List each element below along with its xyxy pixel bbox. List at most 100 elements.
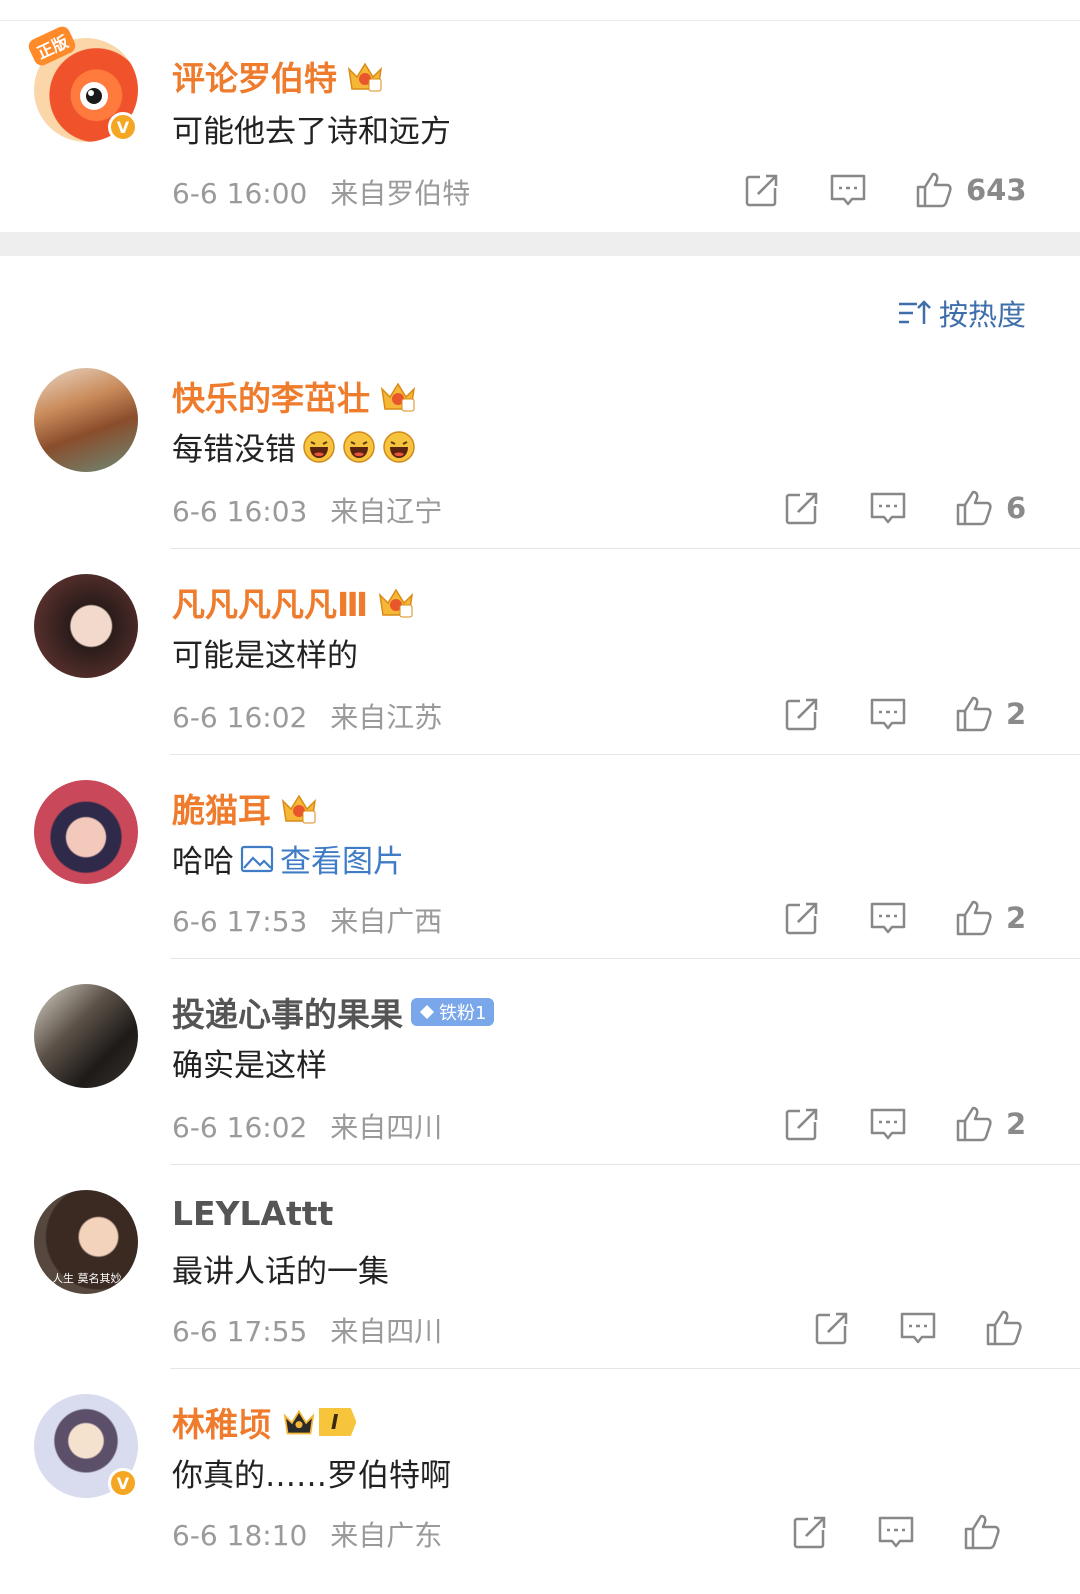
comment-icon[interactable] (876, 1512, 916, 1552)
divider (170, 1164, 1080, 1165)
comment-meta: 6-6 16:00 来自罗伯特 (172, 172, 470, 212)
like-count: 6 (1006, 491, 1027, 525)
like-count: 643 (966, 173, 1027, 207)
comment-source: 来自四川 (330, 1111, 443, 1144)
comment-text-body: 每错没错 (172, 432, 296, 468)
share-icon[interactable] (782, 898, 822, 938)
view-image-link[interactable]: 查看图片 (240, 836, 404, 881)
comment-actions: 2 (782, 694, 1026, 734)
comment-text: 最讲人话的一集 (172, 1254, 389, 1290)
avatar[interactable] (34, 780, 138, 884)
share-icon[interactable] (812, 1308, 852, 1348)
sort-toggle[interactable]: 按热度 (897, 292, 1026, 334)
divider (170, 958, 1080, 959)
commenter-name-text: 评论罗伯特 (172, 59, 337, 98)
commenter-name[interactable]: 林稚顷 I (172, 1398, 357, 1446)
avatar[interactable] (34, 984, 138, 1088)
comment-date: 6-6 17:53 (172, 905, 308, 938)
commenter-name[interactable]: 快乐的李茁壮 (172, 372, 418, 420)
comment-actions (812, 1308, 1024, 1348)
commenter-name-text: 脆猫耳 (172, 791, 271, 830)
comment-source: 来自江苏 (330, 701, 443, 734)
like-icon[interactable] (954, 694, 994, 734)
commenter-name-text: 凡凡凡凡凡Ⅲ (172, 585, 369, 624)
fan-badge: 铁粉1 (411, 998, 495, 1026)
comment-text: 哈哈 查看图片 (172, 836, 404, 881)
like-icon[interactable] (984, 1308, 1024, 1348)
comment-icon[interactable] (898, 1308, 938, 1348)
crown-icon (283, 1409, 315, 1435)
comment-source: 来自四川 (330, 1315, 443, 1348)
avatar[interactable]: V (34, 1394, 138, 1498)
share-icon[interactable] (790, 1512, 830, 1552)
like-icon[interactable] (962, 1512, 1002, 1552)
share-icon[interactable] (782, 488, 822, 528)
comment-date: 6-6 17:55 (172, 1315, 308, 1348)
comment-meta: 6-6 17:55 来自四川 (172, 1310, 442, 1350)
sort-icon (898, 300, 931, 324)
like-count: 2 (1006, 1107, 1027, 1141)
comment-text: 可能是这样的 (172, 638, 358, 674)
laugh-emoji-icon (342, 430, 376, 464)
avatar-caption: 人生 莫名其妙 (52, 1272, 122, 1285)
commenter-name-text: 投递心事的果果 (172, 995, 403, 1034)
comment-text: 你真的……罗伯特啊 (172, 1458, 451, 1494)
comment-date: 6-6 18:10 (172, 1519, 308, 1552)
avatar[interactable]: 人生 莫名其妙 (34, 1190, 138, 1294)
commenter-name[interactable]: 投递心事的果果 铁粉1 (172, 988, 495, 1036)
comment-icon[interactable] (868, 898, 908, 938)
commenter-name[interactable]: 脆猫耳 (172, 784, 319, 832)
share-icon[interactable] (742, 170, 782, 210)
commenter-name-text: 快乐的李茁壮 (172, 379, 370, 418)
share-icon[interactable] (782, 694, 822, 734)
comment-actions: 6 (782, 488, 1026, 528)
comment-icon[interactable] (828, 170, 868, 210)
avatar[interactable] (34, 574, 138, 678)
divider (170, 1368, 1080, 1369)
top-divider (0, 20, 1080, 21)
verified-icon: V (108, 112, 138, 142)
crown-icon (378, 379, 418, 413)
comment-text: 确实是这样 (172, 1048, 327, 1084)
like-icon[interactable] (954, 488, 994, 528)
comment-source: 来自罗伯特 (330, 177, 471, 210)
comment-actions (790, 1512, 1002, 1552)
comment-source: 来自广东 (330, 1519, 443, 1552)
commenter-name[interactable]: 凡凡凡凡凡Ⅲ (172, 578, 416, 626)
comment-icon[interactable] (868, 488, 908, 528)
like-icon[interactable] (954, 898, 994, 938)
comment-meta: 6-6 16:02 来自四川 (172, 1106, 442, 1146)
share-icon[interactable] (782, 1104, 822, 1144)
like-count: 2 (1006, 901, 1027, 935)
comment-meta: 6-6 16:03 来自辽宁 (172, 490, 442, 530)
divider (170, 548, 1080, 549)
comment-icon[interactable] (868, 1104, 908, 1144)
comment-text-body: 哈哈 (172, 844, 234, 880)
verified-icon: V (108, 1468, 138, 1498)
section-separator (0, 232, 1080, 256)
fan-badge-label: 铁粉1 (439, 1003, 487, 1024)
like-count: 2 (1006, 697, 1027, 731)
comment-date: 6-6 16:02 (172, 1111, 308, 1144)
like-icon[interactable] (954, 1104, 994, 1144)
avatar[interactable]: 正版 V (26, 24, 138, 142)
comment-date: 6-6 16:00 (172, 177, 308, 210)
commenter-name-text: 林稚顷 (172, 1405, 271, 1444)
comment-meta: 6-6 16:02 来自江苏 (172, 696, 442, 736)
comment-source: 来自广西 (330, 905, 443, 938)
image-icon (240, 845, 274, 872)
comment-meta: 6-6 17:53 来自广西 (172, 900, 442, 940)
comment-source: 来自辽宁 (330, 495, 443, 528)
commenter-name[interactable]: 评论罗伯特 (172, 52, 385, 100)
laugh-emoji-icon (302, 430, 336, 464)
comment-meta: 6-6 18:10 来自广东 (172, 1514, 442, 1554)
avatar[interactable] (34, 368, 138, 472)
comment-actions: 2 (782, 898, 1026, 938)
commenter-name[interactable]: LEYLAttt (172, 1194, 333, 1233)
divider (170, 754, 1080, 755)
comment-icon[interactable] (868, 694, 908, 734)
like-icon[interactable] (914, 170, 954, 210)
comment-actions: 643 (742, 170, 1027, 210)
diamond-icon (420, 1005, 434, 1019)
sort-label: 按热度 (938, 298, 1026, 332)
